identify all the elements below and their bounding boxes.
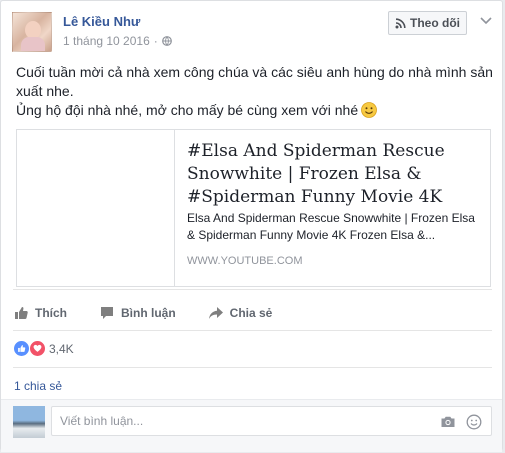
share-label: Chia sẻ	[229, 306, 273, 320]
rss-icon	[395, 17, 406, 28]
follow-label: Theo dõi	[410, 16, 460, 30]
action-bar: Thích Bình luận Chia sẻ	[13, 298, 304, 328]
comment-label: Bình luận	[121, 306, 176, 320]
link-preview[interactable]: #Elsa And Spiderman Rescue Snowwhite | F…	[16, 129, 491, 287]
camera-icon[interactable]	[440, 414, 456, 430]
actions-top-divider	[13, 289, 492, 290]
post-timestamp[interactable]: 1 tháng 10 2016	[63, 34, 150, 48]
viewer-avatar[interactable]	[13, 406, 45, 438]
stats-divider	[13, 367, 492, 368]
comment-icon	[101, 307, 113, 319]
author-avatar[interactable]	[12, 12, 52, 52]
like-reaction-icon	[14, 341, 29, 356]
love-reaction-icon	[30, 341, 45, 356]
link-title[interactable]: #Elsa And Spiderman Rescue Snowwhite | F…	[187, 140, 482, 209]
like-label: Thích	[35, 306, 67, 320]
comment-button[interactable]: Bình luận	[99, 305, 176, 321]
comment-input[interactable]: Viết bình luận...	[51, 406, 492, 436]
post-message: Cuối tuần mời cả nhà xem công chúa và cá…	[16, 63, 496, 120]
chevron-down-icon[interactable]	[478, 13, 494, 29]
reactions-summary[interactable]: 3,4K	[14, 341, 74, 356]
post-card: Lê Kiều Như 1 tháng 10 2016 · Theo dõi C…	[0, 0, 503, 452]
share-arrow-icon	[208, 307, 223, 319]
author-name[interactable]: Lê Kiều Như	[63, 14, 140, 29]
thumbs-up-icon	[15, 307, 28, 319]
message-line-2: Ủng hộ đội nhà nhé, mở cho mấy bé cùng x…	[16, 101, 496, 120]
smile-emoji-icon	[361, 102, 378, 118]
link-domain: WWW.YOUTUBE.COM	[187, 255, 303, 267]
message-line-1: Cuối tuần mời cả nhà xem công chúa và cá…	[16, 64, 493, 99]
message-line-2-text: Ủng hộ đội nhà nhé, mở cho mấy bé cùng x…	[16, 102, 359, 118]
reactions-count: 3,4K	[49, 341, 74, 356]
link-description: Elsa And Spiderman Rescue Snowwhite | Fr…	[187, 211, 475, 242]
comment-composer: Viết bình luận...	[1, 399, 502, 452]
globe-icon[interactable]	[161, 36, 172, 46]
link-thumbnail[interactable]	[17, 130, 175, 286]
emoji-icon[interactable]	[466, 414, 482, 430]
meta-separator: ·	[153, 34, 158, 48]
follow-button[interactable]: Theo dõi	[388, 11, 467, 35]
actions-bottom-divider	[13, 330, 492, 331]
share-button[interactable]: Chia sẻ	[208, 305, 273, 321]
shares-count[interactable]: 1 chia sẻ	[14, 379, 62, 393]
like-button[interactable]: Thích	[13, 305, 67, 321]
post-meta: 1 tháng 10 2016 ·	[63, 34, 172, 48]
comment-placeholder: Viết bình luận...	[60, 414, 144, 428]
avatar-dress	[21, 37, 45, 51]
